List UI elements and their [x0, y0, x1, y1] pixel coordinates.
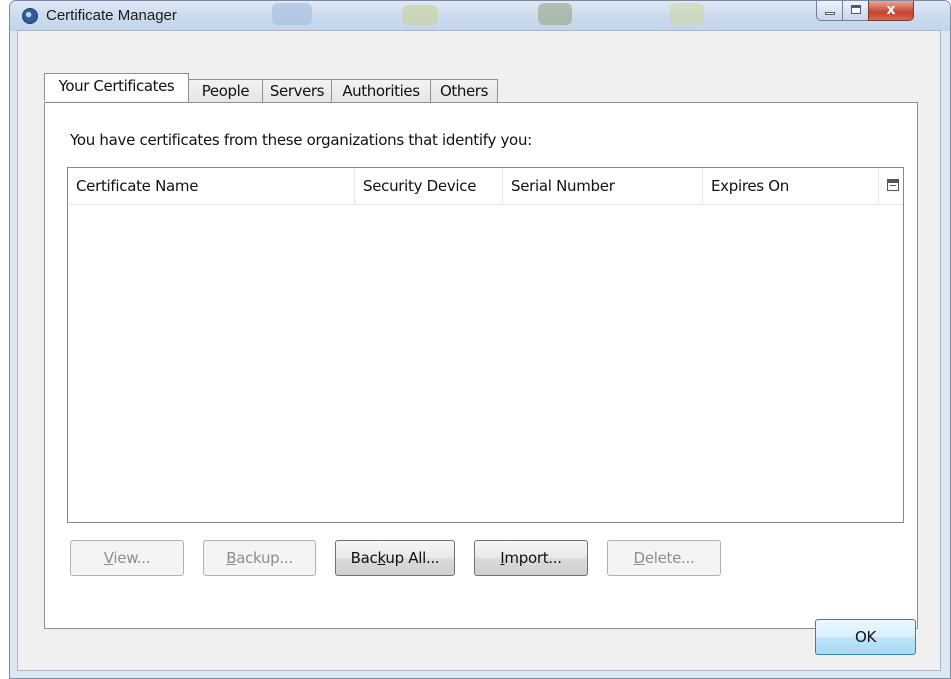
column-expires-on[interactable]: Expires On	[703, 168, 879, 204]
backup-all-button-label-pre: Bac	[350, 549, 378, 567]
column-security-device[interactable]: Security Device	[355, 168, 503, 204]
ok-button[interactable]: OK	[815, 619, 916, 655]
maximize-button[interactable]	[842, 1, 869, 21]
view-button[interactable]: View...	[70, 540, 184, 576]
firefox-app-icon	[22, 8, 38, 24]
column-picker-icon[interactable]	[887, 179, 899, 191]
backup-button[interactable]: Backup...	[203, 540, 316, 576]
close-icon: x	[886, 2, 896, 18]
backup-all-button-label-post: up All...	[385, 549, 440, 567]
minimize-button[interactable]	[816, 1, 843, 21]
certificate-list[interactable]: Certificate Name Security Device Serial …	[67, 167, 904, 523]
backup-button-accesskey: B	[226, 549, 237, 567]
tab-your-certificates[interactable]: Your Certificates	[44, 73, 189, 101]
tab-people[interactable]: People	[188, 79, 263, 103]
delete-button[interactable]: Delete...	[607, 540, 721, 576]
delete-button-label-post: elete...	[644, 549, 695, 567]
column-header-row: Certificate Name Security Device Serial …	[68, 168, 903, 205]
column-certificate-name[interactable]: Certificate Name	[68, 168, 355, 204]
minimize-icon	[825, 12, 835, 15]
view-button-accesskey: V	[103, 549, 114, 567]
tab-authorities[interactable]: Authorities	[331, 79, 431, 103]
maximize-icon	[851, 5, 861, 14]
backup-all-button[interactable]: Backup All...	[335, 540, 455, 576]
delete-button-accesskey: D	[633, 549, 646, 567]
intro-text: You have certificates from these organiz…	[70, 131, 532, 149]
view-button-label-post: iew...	[113, 549, 151, 567]
backup-button-label-post: ackup...	[236, 549, 293, 567]
import-button-label-post: mport...	[504, 549, 562, 567]
close-button[interactable]: x	[868, 1, 914, 21]
title-bar[interactable]: Certificate Manager x	[10, 1, 950, 31]
window-title: Certificate Manager	[46, 7, 177, 24]
import-button[interactable]: Import...	[474, 540, 588, 576]
column-serial-number[interactable]: Serial Number	[503, 168, 703, 204]
tab-others[interactable]: Others	[430, 79, 498, 103]
tab-servers[interactable]: Servers	[262, 79, 332, 103]
